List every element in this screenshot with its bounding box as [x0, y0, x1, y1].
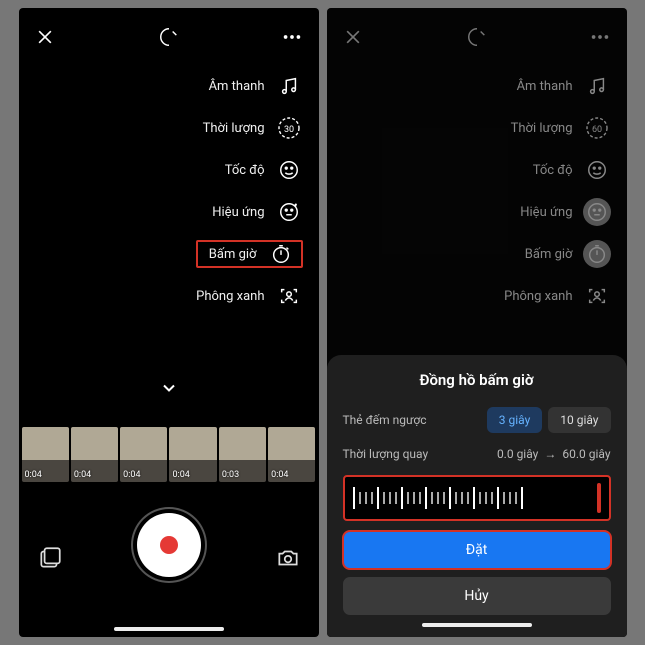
home-indicator[interactable] [422, 623, 532, 627]
sheet-title: Đồng hồ bấm giờ [343, 371, 611, 389]
screenshot-left: Âm thanh Thời lượng 30 Tốc độ Hiệu ứng B… [19, 8, 319, 637]
set-button[interactable]: Đặt [343, 531, 611, 569]
menu-item-speed[interactable]: Tốc độ [196, 156, 302, 184]
gallery-icon[interactable] [37, 545, 63, 575]
menu-item-sound[interactable]: Âm thanh [504, 72, 610, 100]
speed-icon [583, 156, 611, 184]
clip-thumb[interactable]: 0:04 [268, 427, 315, 482]
screenshot-right: Âm thanh Thời lượng 60 Tốc độ Hiệu ứng B… [327, 8, 627, 637]
tools-menu: Âm thanh Thời lượng 30 Tốc độ Hiệu ứng B… [196, 72, 302, 310]
countdown-row: Thẻ đếm ngược 3 giây 10 giây [343, 407, 611, 433]
speed-icon [275, 156, 303, 184]
menu-item-sound[interactable]: Âm thanh [196, 72, 302, 100]
clip-thumb[interactable]: 0:03 [219, 427, 266, 482]
timer-icon [267, 240, 295, 268]
timer-icon [583, 240, 611, 268]
menu-item-greenscreen[interactable]: Phông xanh [504, 282, 610, 310]
menu-item-timer[interactable]: Bấm giờ [196, 240, 302, 268]
timer-sheet: Đồng hồ bấm giờ Thẻ đếm ngược 3 giây 10 … [327, 355, 627, 637]
duration-icon: 30 [275, 114, 303, 142]
music-icon [583, 72, 611, 100]
duration-from: 0.0 giây [497, 447, 538, 461]
close-icon[interactable] [35, 27, 55, 47]
seg-3s[interactable]: 3 giây [487, 407, 543, 433]
greenscreen-icon [275, 282, 303, 310]
menu-item-effects[interactable]: Hiệu ứng [196, 198, 302, 226]
greenscreen-icon [583, 282, 611, 310]
duration-icon: 60 [583, 114, 611, 142]
tools-menu: Âm thanh Thời lượng 60 Tốc độ Hiệu ứng B… [504, 72, 610, 310]
menu-item-greenscreen[interactable]: Phông xanh [196, 282, 302, 310]
countdown-label: Thẻ đếm ngược [343, 413, 427, 427]
duration-to: 60.0 giây [562, 447, 610, 461]
menu-item-duration[interactable]: Thời lượng 60 [504, 114, 610, 142]
seg-10s[interactable]: 10 giây [548, 407, 610, 433]
flash-off-icon[interactable] [466, 26, 488, 48]
more-icon[interactable] [589, 26, 611, 48]
chevron-down-icon[interactable] [159, 378, 179, 402]
countdown-segment: 3 giây 10 giây [487, 407, 611, 433]
timer-slider[interactable] [343, 475, 611, 521]
menu-item-timer[interactable]: Bấm giờ [504, 240, 610, 268]
arrow-right-icon: → [544, 447, 556, 461]
music-icon [275, 72, 303, 100]
svg-text:60: 60 [591, 125, 601, 135]
menu-item-speed[interactable]: Tốc độ [504, 156, 610, 184]
topbar [19, 8, 319, 58]
home-indicator[interactable] [114, 627, 224, 631]
effects-icon [583, 198, 611, 226]
slider-handle[interactable] [597, 483, 601, 513]
clip-thumb[interactable]: 0:04 [22, 427, 69, 482]
clip-thumb[interactable]: 0:04 [71, 427, 118, 482]
clip-thumb[interactable]: 0:04 [120, 427, 167, 482]
duration-label: Thời lượng quay [343, 447, 429, 461]
flip-camera-icon[interactable] [275, 545, 301, 575]
menu-item-duration[interactable]: Thời lượng 30 [196, 114, 302, 142]
clip-strip[interactable]: 0:04 0:04 0:04 0:04 0:03 0:04 [19, 427, 319, 482]
effects-icon [275, 198, 303, 226]
more-icon[interactable] [281, 26, 303, 48]
topbar [327, 8, 627, 58]
clip-thumb[interactable]: 0:04 [169, 427, 216, 482]
flash-off-icon[interactable] [158, 26, 180, 48]
cancel-button[interactable]: Hủy [343, 577, 611, 615]
duration-row: Thời lượng quay 0.0 giây → 60.0 giây [343, 447, 611, 461]
svg-text:30: 30 [283, 125, 293, 135]
close-icon[interactable] [343, 27, 363, 47]
menu-item-effects[interactable]: Hiệu ứng [504, 198, 610, 226]
